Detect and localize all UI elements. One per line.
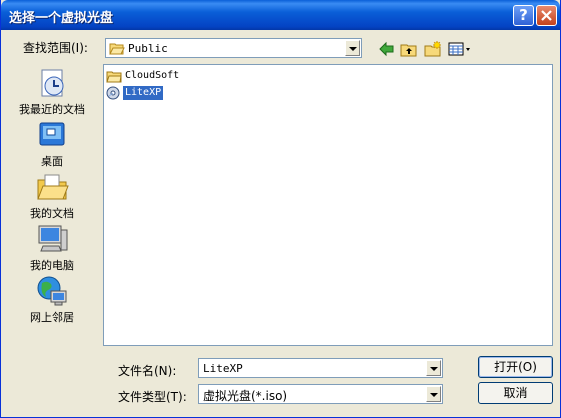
filetype-value: 虚拟光盘(*.iso) — [203, 389, 288, 403]
recent-documents-icon — [41, 69, 64, 97]
back-arrow-icon[interactable] — [377, 40, 397, 58]
my-documents-icon — [37, 174, 69, 200]
filename-value: LiteXP — [203, 362, 243, 375]
file-name: CloudSoft — [125, 70, 180, 81]
disc-image-icon — [106, 86, 120, 100]
open-dialog-window: 选择一个虚拟光盘 ? 查找范围(I): Public 我最近的文档 桌面 我的文… — [0, 0, 561, 418]
place-label: 我的文档 — [30, 207, 74, 220]
folder-open-icon — [109, 43, 125, 55]
place-my-computer[interactable]: 我的电脑 — [7, 222, 97, 272]
place-label: 我最近的文档 — [19, 103, 85, 116]
place-label: 我的电脑 — [30, 259, 74, 272]
open-button[interactable]: 打开(O) — [478, 356, 553, 378]
filetype-label: 文件类型(T): — [118, 390, 187, 404]
place-label: 网上邻居 — [30, 311, 74, 324]
file-name: LiteXP — [123, 86, 164, 100]
help-button[interactable]: ? — [513, 5, 534, 26]
filename-label: 文件名(N): — [118, 364, 177, 378]
places-bar: 我最近的文档 桌面 我的文档 我的电脑 网上邻居 — [7, 64, 97, 346]
close-button[interactable] — [536, 5, 557, 26]
place-network-places[interactable]: 网上邻居 — [7, 274, 97, 324]
filename-input[interactable]: LiteXP — [198, 358, 443, 378]
cancel-button[interactable]: 取消 — [478, 382, 553, 404]
filename-dropdown-arrow[interactable] — [426, 360, 441, 376]
my-computer-icon — [38, 225, 68, 252]
new-folder-icon[interactable] — [423, 40, 443, 58]
filetype-dropdown-arrow[interactable] — [426, 386, 441, 402]
title-bar[interactable]: 选择一个虚拟光盘 ? — [1, 0, 560, 30]
lookin-value: Public — [128, 42, 168, 55]
file-list[interactable]: CloudSoft LiteXP — [103, 64, 553, 346]
up-folder-icon[interactable] — [399, 40, 419, 58]
lookin-dropdown-arrow[interactable] — [345, 40, 360, 56]
window-title: 选择一个虚拟光盘 — [9, 11, 114, 26]
place-desktop[interactable]: 桌面 — [7, 118, 97, 168]
view-menu-icon[interactable] — [447, 40, 473, 58]
filetype-select[interactable]: 虚拟光盘(*.iso) — [198, 384, 443, 404]
network-places-icon — [37, 276, 67, 306]
folder-icon — [106, 71, 122, 83]
close-icon — [541, 10, 552, 21]
place-recent-documents[interactable]: 我最近的文档 — [7, 66, 97, 116]
lookin-label: 查找范围(I): — [23, 41, 88, 55]
place-my-documents[interactable]: 我的文档 — [7, 170, 97, 220]
place-label: 桌面 — [41, 155, 63, 168]
lookin-combo[interactable]: Public — [105, 38, 362, 58]
desktop-icon — [39, 122, 65, 146]
